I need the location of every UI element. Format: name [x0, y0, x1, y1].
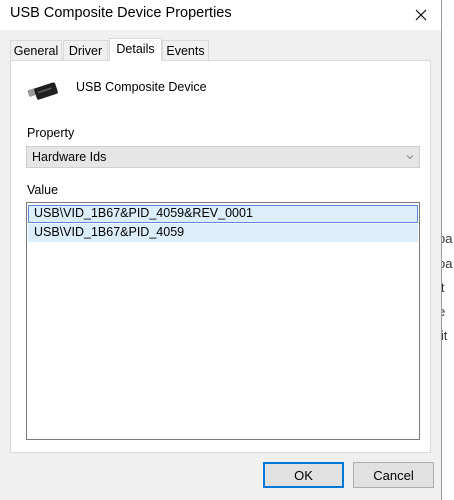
details-panel: USB Composite Device Property Hardware I…	[10, 60, 431, 453]
property-label: Property	[27, 126, 75, 140]
background-text: oa	[441, 256, 453, 271]
tab-general[interactable]: General	[10, 40, 62, 60]
close-button[interactable]	[406, 2, 436, 28]
chevron-down-icon	[406, 155, 414, 160]
properties-dialog: USB Composite Device Properties General …	[0, 0, 442, 500]
tab-details[interactable]: Details	[109, 38, 162, 61]
ok-button[interactable]: OK	[263, 462, 344, 488]
device-name: USB Composite Device	[76, 80, 207, 94]
window-title: USB Composite Device Properties	[10, 5, 232, 21]
usb-connector-icon	[27, 82, 58, 100]
property-selected-value: Hardware Ids	[32, 150, 107, 164]
value-list[interactable]: USB\VID_1B67&PID_4059&REV_0001 USB\VID_1…	[26, 202, 420, 440]
cancel-button[interactable]: Cancel	[353, 462, 434, 488]
title-bar[interactable]: USB Composite Device Properties	[0, 0, 441, 30]
property-dropdown[interactable]: Hardware Ids	[26, 146, 420, 168]
value-label: Value	[27, 183, 59, 197]
list-item[interactable]: USB\VID_1B67&PID_4059	[28, 224, 418, 242]
list-item[interactable]: USB\VID_1B67&PID_4059&REV_0001	[28, 205, 418, 223]
tab-events[interactable]: Events	[162, 40, 209, 60]
background-text: oa	[441, 231, 453, 246]
tab-driver[interactable]: Driver	[63, 40, 108, 60]
background-window: oa oa lt e lit	[441, 0, 454, 500]
close-icon	[415, 9, 427, 21]
